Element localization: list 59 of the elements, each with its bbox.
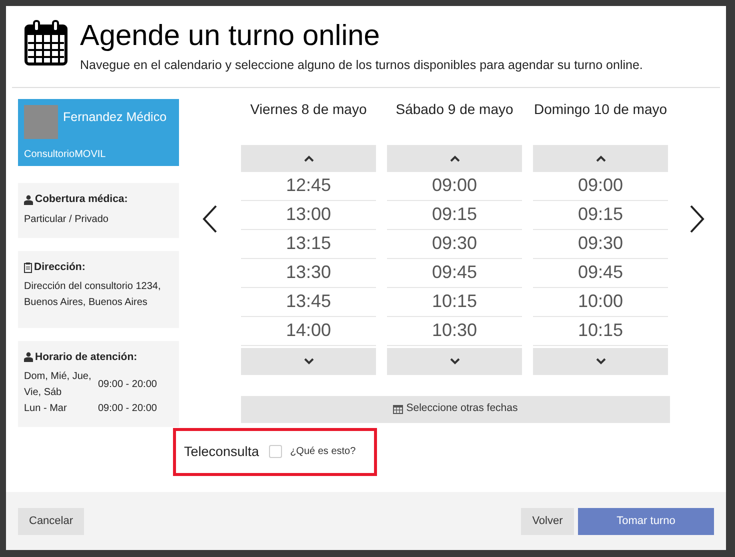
- card-heading: Cobertura médica:: [35, 192, 128, 207]
- scroll-down-button[interactable]: [387, 348, 522, 375]
- teleconsulta-checkbox[interactable]: [269, 445, 282, 458]
- time-slot[interactable]: 10:15: [533, 316, 668, 346]
- time-slot[interactable]: 09:45: [387, 258, 522, 288]
- time-slot[interactable]: 13:15: [241, 230, 376, 259]
- chevron-up-icon: [450, 154, 460, 162]
- time-slot[interactable]: 14:00: [241, 316, 376, 346]
- scroll-down-button[interactable]: [241, 348, 376, 375]
- clipboard-icon: [24, 262, 32, 273]
- time-slot[interactable]: 09:00: [387, 172, 522, 201]
- time-slot[interactable]: 09:15: [533, 200, 668, 230]
- schedule-hours: 09:00 - 20:00: [98, 402, 157, 416]
- scroll-up-button[interactable]: [241, 144, 376, 172]
- time-slot[interactable]: 09:30: [533, 230, 668, 259]
- chevron-up-icon: [596, 154, 606, 162]
- time-slot[interactable]: 10:30: [387, 316, 522, 346]
- photo-placeholder: [24, 104, 58, 139]
- dialog-title: Agende un turno online: [80, 19, 381, 54]
- chevron-up-icon: [304, 154, 314, 162]
- teleconsulta-label: Teleconsulta: [184, 442, 260, 461]
- card-text: Particular / Privado: [24, 212, 110, 226]
- chevron-down-icon: [304, 358, 314, 365]
- time-slot[interactable]: 13:00: [241, 200, 376, 230]
- help-link[interactable]: ¿Qué es esto?: [290, 444, 356, 460]
- day-heading: Viernes 8 de mayo: [249, 100, 368, 119]
- time-slot[interactable]: 09:30: [387, 230, 522, 259]
- schedule-days: Dom, Mié, Jue, Vie, Sáb: [24, 369, 98, 402]
- office-name: ConsultorioMOVIL: [24, 148, 107, 162]
- professional-name: Fernandez Médico: [63, 108, 167, 126]
- time-slot[interactable]: 09:00: [533, 172, 668, 201]
- person-icon: [24, 194, 33, 205]
- cancel-button[interactable]: Cancelar: [18, 508, 84, 534]
- time-slot[interactable]: 09:45: [533, 258, 668, 288]
- day-heading: Sábado 9 de mayo: [394, 100, 514, 119]
- card-text: Dirección del consultorio 1234, Buenos Aires, Buenos Aires: [24, 280, 162, 310]
- dialog-subtitle: Navegue en el calendario y seleccione alguno de los turnos disponibles para agendar su turno online.: [80, 57, 643, 74]
- other-dates-button[interactable]: Seleccione otras fechas: [241, 396, 670, 423]
- time-slot[interactable]: 10:15: [387, 288, 522, 317]
- scroll-up-button[interactable]: [387, 144, 522, 172]
- day-heading: Domingo 10 de mayo: [533, 100, 668, 119]
- submit-button[interactable]: Tomar turno: [578, 508, 714, 534]
- time-slot[interactable]: 13:45: [241, 288, 376, 317]
- time-slot[interactable]: 13:30: [241, 258, 376, 288]
- back-button[interactable]: Volver: [521, 508, 574, 534]
- time-slot[interactable]: 09:15: [387, 200, 522, 230]
- time-slot[interactable]: 10:00: [533, 288, 668, 317]
- scroll-up-button[interactable]: [533, 144, 668, 172]
- card-heading: Horario de atención:: [35, 350, 138, 364]
- chevron-down-icon: [596, 358, 606, 365]
- time-slot[interactable]: 12:45: [241, 172, 376, 201]
- schedule-hours: 09:00 - 20:00: [98, 378, 157, 392]
- card-heading: Dirección:: [34, 260, 86, 274]
- schedule-days: Lun - Mar: [24, 401, 98, 418]
- calendar-icon: [24, 20, 68, 66]
- calendar-icon: [393, 404, 404, 414]
- person-icon: [24, 352, 33, 362]
- scroll-down-button[interactable]: [533, 348, 668, 375]
- chevron-down-icon: [450, 358, 460, 365]
